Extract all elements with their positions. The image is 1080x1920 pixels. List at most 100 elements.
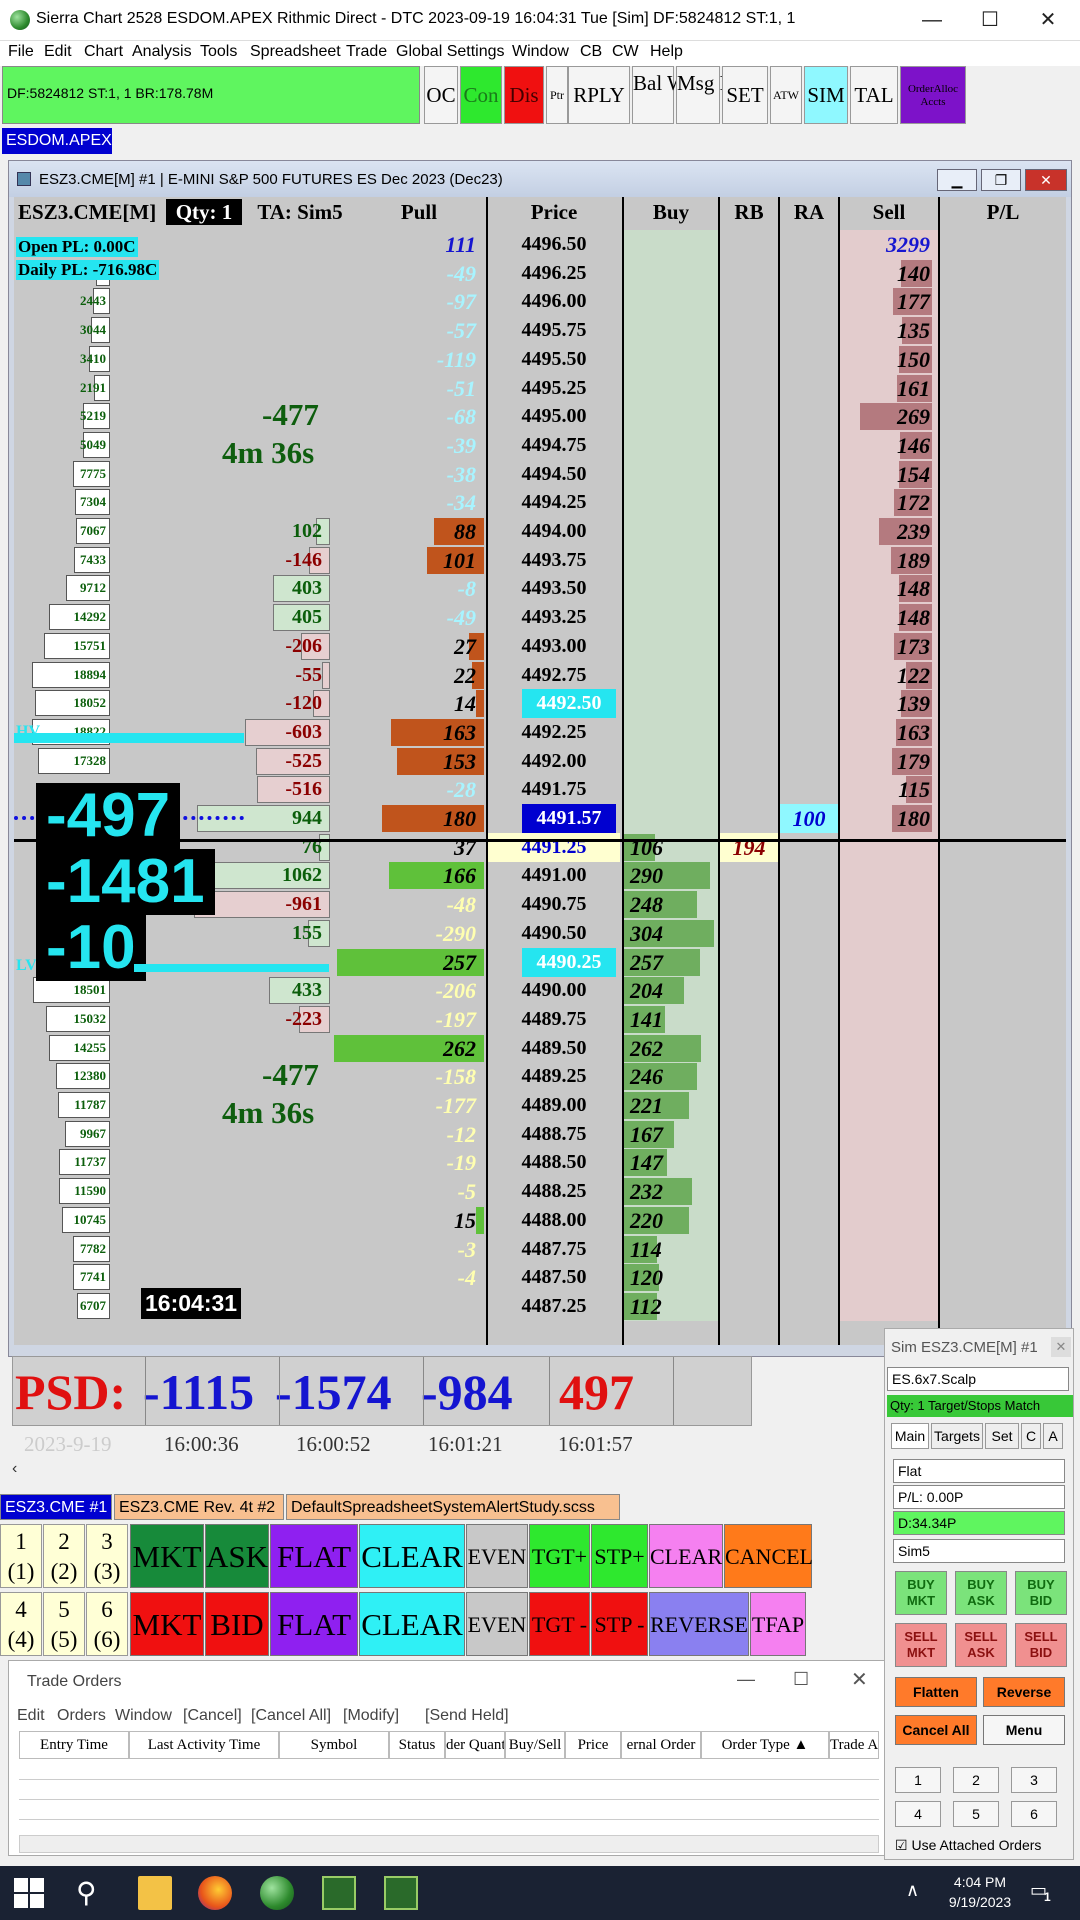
dom-row[interactable]: 167 4488.75 -12 9967: [14, 1119, 1066, 1149]
clock-date[interactable]: 9/19/2023: [938, 1894, 1022, 1910]
dom-row[interactable]: 189 4493.75 101 -146 7433: [14, 545, 1066, 575]
ctrl-tal-button[interactable]: TAL: [850, 66, 898, 124]
sell-button[interactable]: SELL MKT: [895, 1623, 947, 1667]
orders-maximize-button[interactable]: ☐: [793, 1669, 809, 1690]
sell-size[interactable]: 135: [840, 316, 938, 345]
ctrl-set-button[interactable]: SET: [722, 66, 768, 124]
menu-global-settings[interactable]: Global Settings: [396, 43, 505, 61]
menu-edit[interactable]: Edit: [44, 43, 72, 61]
firefox-icon[interactable]: [198, 1876, 232, 1910]
sell-button[interactable]: SELL BID: [1015, 1623, 1067, 1667]
dom-row[interactable]: 220 4488.00 15 10745: [14, 1205, 1066, 1235]
dom-row[interactable]: 161 4495.25 -51 2191: [14, 373, 1066, 403]
sell-size[interactable]: 161: [840, 374, 938, 403]
price-cell[interactable]: 4492.00: [488, 747, 620, 776]
maximize-button[interactable]: ☐: [962, 4, 1018, 36]
price-cell[interactable]: 4491.25: [488, 832, 620, 862]
trade-clear-row2-button[interactable]: CLEAR: [359, 1592, 465, 1656]
trade-flat-row1-button[interactable]: FLAT: [270, 1524, 358, 1588]
dom-row[interactable]: 262 4489.50 262 14255: [14, 1033, 1066, 1063]
buy-size[interactable]: 290: [624, 861, 718, 890]
price-cell[interactable]: 4491.57: [522, 804, 616, 833]
price-cell[interactable]: 4493.75: [488, 546, 620, 575]
sim-qty-button[interactable]: 1: [895, 1767, 941, 1793]
orders-menu-item[interactable]: [Modify]: [343, 1707, 399, 1725]
dom-row[interactable]: 114 4487.75 -3 7782: [14, 1234, 1066, 1264]
buy-size[interactable]: 257: [624, 948, 718, 977]
chart-tab[interactable]: DefaultSpreadsheetSystemAlertStudy.scss: [286, 1494, 620, 1520]
sim-qty-button[interactable]: 2: [953, 1767, 999, 1793]
price-cell[interactable]: 4491.00: [488, 861, 620, 890]
start-icon[interactable]: [14, 1878, 44, 1908]
scroll-left-arrow[interactable]: ‹: [12, 1460, 17, 1478]
sim-qty-button[interactable]: 5: [953, 1801, 999, 1827]
dom-row[interactable]: 122 4492.75 22 -55 18894: [14, 660, 1066, 690]
qty-4-button[interactable]: 4 (4): [0, 1592, 42, 1656]
price-cell[interactable]: 4489.25: [488, 1062, 620, 1091]
sim-qty-button[interactable]: 6: [1011, 1801, 1057, 1827]
price-cell[interactable]: 4488.00: [488, 1206, 620, 1235]
sell-size[interactable]: 269: [840, 402, 938, 431]
menu-trade[interactable]: Trade: [346, 43, 387, 61]
sell-size[interactable]: 150: [840, 345, 938, 374]
price-cell[interactable]: 4489.00: [488, 1091, 620, 1120]
orders-scrollbar[interactable]: [19, 1835, 879, 1853]
sell-size[interactable]: 173: [840, 632, 938, 661]
dom-row[interactable]: 135 4495.75 -57 3044: [14, 316, 1066, 346]
menu-file[interactable]: File: [8, 43, 34, 61]
price-cell[interactable]: 4495.50: [488, 345, 620, 374]
dom-row[interactable]: 154 4494.50 -38 7775: [14, 459, 1066, 489]
reverse-button[interactable]: Reverse: [983, 1677, 1065, 1707]
trade-even-row2-button[interactable]: EVEN: [466, 1592, 528, 1656]
ctrl-msg-log-button[interactable]: Msg Log: [676, 66, 753, 124]
price-cell[interactable]: 4489.75: [488, 1005, 620, 1034]
dom-minimize-button[interactable]: ▁: [937, 169, 977, 191]
dom-row[interactable]: 177 4496.00 -97 2443: [14, 287, 1066, 317]
trade-clear-row1-button[interactable]: CLEAR: [649, 1524, 723, 1588]
app-icon-2[interactable]: [384, 1876, 418, 1910]
menu-window[interactable]: Window: [512, 43, 569, 61]
dom-row[interactable]: 1404496.25-491721: [14, 258, 1066, 288]
checkbox-icon[interactable]: ☑: [895, 1837, 908, 1853]
orders-column-header[interactable]: Symbol: [279, 1731, 389, 1759]
flatten-button[interactable]: Flatten: [895, 1677, 977, 1707]
dom-row[interactable]: 148 4493.25 -49 405 14292: [14, 603, 1066, 633]
buy-size[interactable]: 112: [624, 1292, 718, 1321]
close-button[interactable]: ✕: [1020, 4, 1076, 36]
price-cell[interactable]: 4488.75: [488, 1120, 620, 1149]
orders-column-header[interactable]: Last Activity Time: [129, 1731, 279, 1759]
buy-size[interactable]: 248: [624, 890, 718, 919]
ctrl-rply-button[interactable]: RPLY: [568, 66, 630, 124]
dom-row[interactable]: 246 4489.25 -158 12380: [14, 1062, 1066, 1092]
dom-row[interactable]: 221 4489.00 -177 11787: [14, 1091, 1066, 1120]
orders-column-header[interactable]: ernal Order: [621, 1731, 701, 1759]
strategy-select[interactable]: ES.6x7.Scalp: [887, 1367, 1069, 1391]
dom-row[interactable]: 239 4494.00 88 102 7067: [14, 517, 1066, 546]
price-cell[interactable]: 4493.25: [488, 603, 620, 632]
qty-label[interactable]: Qty: 1: [166, 199, 242, 225]
buy-size[interactable]: 147: [624, 1148, 718, 1177]
ctrl-atw-button[interactable]: ATW: [770, 66, 802, 124]
dom-row[interactable]: 146 4494.75 -39 5049: [14, 430, 1066, 460]
buy-size[interactable]: 304: [624, 919, 718, 948]
qty-6-button[interactable]: 6 (6): [86, 1592, 128, 1656]
trade-mkt-row2-button[interactable]: MKT: [130, 1592, 204, 1656]
menu-tools[interactable]: Tools: [200, 43, 237, 61]
qty-1-button[interactable]: 1 (1): [0, 1524, 42, 1588]
buy-size[interactable]: 167: [624, 1120, 718, 1149]
menu-chart[interactable]: Chart: [84, 43, 123, 61]
buy-size[interactable]: 114: [624, 1235, 718, 1264]
account-select[interactable]: Sim5: [893, 1539, 1065, 1563]
buy-button[interactable]: BUY BID: [1015, 1571, 1067, 1615]
dom-restore-button[interactable]: ❐: [981, 169, 1021, 191]
chart-tab[interactable]: ESZ3.CME Rev. 4t #2: [114, 1494, 284, 1520]
price-cell[interactable]: 4489.50: [488, 1034, 620, 1063]
trade-mkt-row1-button[interactable]: MKT: [130, 1524, 204, 1588]
orders-menu-item[interactable]: [Cancel]: [183, 1707, 242, 1725]
trade-reverse-row2-button[interactable]: REVERSE: [649, 1592, 749, 1656]
menu-cb[interactable]: CB: [580, 43, 602, 61]
sim-close-button[interactable]: ✕: [1051, 1337, 1071, 1357]
dom-row[interactable]: 3299 4496.50 111: [14, 230, 1066, 259]
sell-size[interactable]: 148: [840, 574, 938, 603]
sell-size[interactable]: 115: [840, 775, 938, 804]
